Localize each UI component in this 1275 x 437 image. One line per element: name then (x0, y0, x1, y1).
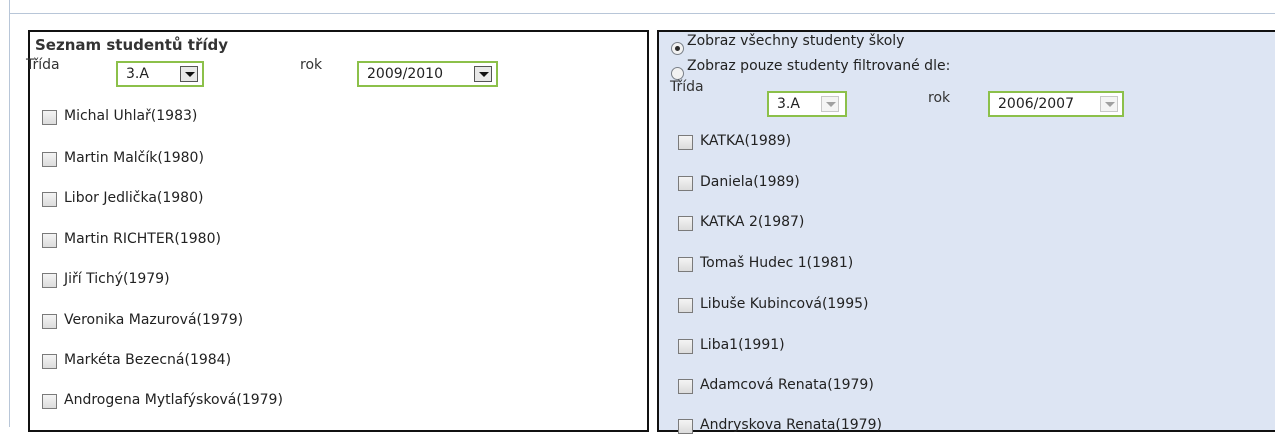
student-name: Andryskova Renata(1979) (700, 417, 882, 433)
radio-show-all[interactable] (671, 42, 684, 55)
school-students-panel: Zobraz všechny studenty školy Zobraz pou… (657, 30, 1275, 434)
year-label: rok (928, 90, 951, 106)
student-name: Tomaš Hudec 1(1981) (700, 255, 854, 271)
year-select-value: 2009/2010 (367, 66, 443, 82)
student-name: Daniela(1989) (700, 174, 800, 190)
student-checkbox[interactable] (42, 354, 57, 369)
student-name: KATKA 2(1987) (700, 214, 805, 230)
student-name: Androgena Mytlafýsková(1979) (64, 392, 283, 408)
student-checkbox[interactable] (678, 135, 693, 150)
chevron-down-icon[interactable] (821, 96, 839, 112)
student-checkbox[interactable] (678, 216, 693, 231)
student-name: Martin RICHTER(1980) (64, 231, 221, 247)
student-checkbox[interactable] (678, 257, 693, 272)
student-checkbox[interactable] (678, 379, 693, 394)
student-name: Veronika Mazurová(1979) (64, 312, 244, 328)
student-checkbox[interactable] (42, 110, 57, 125)
student-checkbox[interactable] (678, 339, 693, 354)
student-name: Michal Uhlař(1983) (64, 108, 198, 124)
top-frame (9, 0, 1275, 14)
student-checkbox[interactable] (678, 176, 693, 191)
student-checkbox[interactable] (42, 152, 57, 167)
student-checkbox[interactable] (42, 273, 57, 288)
year-label: rok (300, 57, 323, 73)
year-select[interactable]: 2009/2010 (357, 61, 498, 87)
student-name: Liba1(1991) (700, 337, 785, 353)
student-name: Markéta Bezecná(1984) (64, 352, 232, 368)
class-select[interactable]: 3.A (116, 61, 204, 87)
radio-show-filtered-label[interactable]: Zobraz pouze studenty filtrované dle: (687, 58, 950, 74)
student-checkbox[interactable] (42, 394, 57, 409)
class-label: Třída (670, 79, 704, 95)
student-name: Libor Jedlička(1980) (64, 190, 204, 206)
student-checkbox[interactable] (678, 298, 693, 313)
student-name: Libuše Kubincová(1995) (700, 296, 869, 312)
class-select-value: 3.A (126, 66, 149, 82)
student-checkbox[interactable] (42, 233, 57, 248)
student-checkbox[interactable] (42, 314, 57, 329)
student-name: Adamcová Renata(1979) (700, 377, 874, 393)
class-students-panel: Seznam studentů třídy Třída 3.A rok 2009… (26, 30, 649, 432)
filter-class-select[interactable]: 3.A (767, 91, 847, 117)
student-name: Martin Malčík(1980) (64, 150, 204, 166)
filter-class-value: 3.A (777, 96, 800, 112)
frame-left-line (9, 13, 10, 427)
chevron-down-icon[interactable] (474, 66, 492, 82)
filter-year-value: 2006/2007 (998, 96, 1074, 112)
filter-year-select[interactable]: 2006/2007 (988, 91, 1124, 117)
student-checkbox[interactable] (42, 192, 57, 207)
student-name: KATKA(1989) (700, 133, 792, 149)
class-label: Třída (26, 57, 60, 73)
panel-title: Seznam studentů třídy (35, 36, 229, 54)
student-name: Jiří Tichý(1979) (64, 271, 170, 287)
chevron-down-icon[interactable] (180, 66, 198, 82)
chevron-down-icon[interactable] (1100, 96, 1118, 112)
radio-show-all-label[interactable]: Zobraz všechny studenty školy (687, 33, 904, 49)
